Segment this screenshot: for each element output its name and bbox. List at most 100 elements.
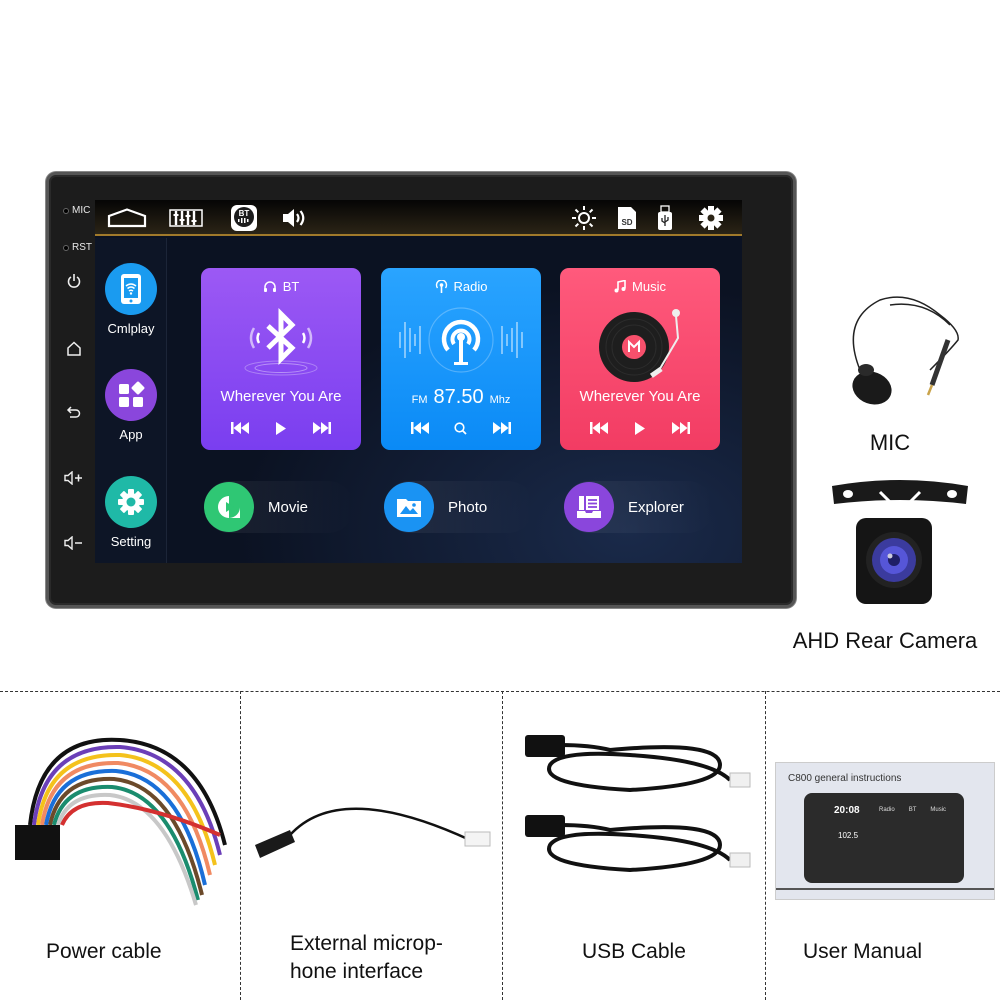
shortcut-explorer[interactable]: Explorer [564, 481, 714, 533]
volume-up-button[interactable] [61, 468, 87, 488]
radio-prev-button[interactable] [409, 420, 431, 436]
movie-icon-circle [204, 482, 254, 532]
vinyl-record-icon [599, 309, 680, 382]
manual-device-photo: 20:08 102.5 Radio BT Music [804, 793, 964, 883]
bt-icon: BT [231, 205, 257, 231]
radio-search-button[interactable] [450, 420, 472, 436]
radio-card-header-label: Radio [453, 279, 488, 294]
power-cable-image [15, 737, 227, 906]
power-cable-label: Power cable [46, 940, 162, 963]
rear-camera-image [832, 480, 968, 604]
seek-back-icon [410, 422, 429, 434]
search-icon [454, 421, 468, 435]
radio-next-button[interactable] [491, 420, 513, 436]
bt-play-button[interactable] [270, 420, 292, 436]
radio-card[interactable]: Radio FM 87.50 Mhz [381, 268, 541, 450]
mic-interface-cable-image [255, 807, 491, 858]
equalizer-icon [169, 209, 203, 227]
headphones-icon [263, 281, 276, 292]
bluetooth-status-button[interactable]: BT [230, 205, 258, 231]
power-button[interactable] [61, 271, 87, 291]
mic-interface-label: External microp- hone interface [290, 930, 443, 986]
camera-label: AHD Rear Camera [792, 628, 978, 653]
power-icon [67, 274, 81, 288]
app-setting[interactable]: Setting [95, 476, 167, 549]
brightness-icon [572, 206, 596, 230]
shortcut-photo[interactable]: Photo [384, 481, 534, 533]
package-divider-2 [502, 691, 503, 1000]
package-divider-3 [765, 691, 766, 1000]
user-manual-image: C800 general instructions 20:08 102.5 Ra… [775, 762, 995, 900]
radio-card-header: Radio [381, 279, 541, 294]
next-icon [672, 422, 691, 434]
apps-grid-icon [119, 381, 145, 407]
play-icon [275, 421, 286, 435]
app-cmlplay-label: Cmlplay [107, 321, 155, 336]
shortcut-photo-label: Photo [448, 498, 488, 516]
setting-icon-circle [105, 476, 157, 528]
app-app[interactable]: App [95, 369, 167, 442]
app-app-label: App [119, 427, 143, 442]
usb-button[interactable] [656, 205, 674, 230]
hardware-panel: MIC RST [57, 175, 97, 605]
sd-card-icon: SD [618, 207, 636, 229]
radio-controls [381, 420, 541, 436]
bt-card-header: BT [201, 279, 361, 294]
brightness-button[interactable] [571, 206, 597, 230]
music-play-button[interactable] [629, 420, 651, 436]
usb-icon [658, 205, 672, 230]
app-icon-circle [105, 369, 157, 421]
reset-hole[interactable]: RST [63, 242, 92, 253]
seek-forward-icon [493, 422, 512, 434]
cmlplay-icon-circle [105, 263, 157, 315]
bluetooth-icon [244, 307, 318, 376]
home-button[interactable] [61, 338, 87, 358]
status-bar: BT SD [95, 200, 742, 236]
reset-hole-dot [63, 244, 69, 251]
image-icon [397, 499, 421, 517]
music-prev-button[interactable] [588, 420, 610, 436]
manual-rule [776, 888, 994, 890]
app-cmlplay[interactable]: Cmlplay [95, 263, 167, 336]
radio-frequency: 87.50 [433, 386, 484, 408]
mic-interface-label-line-1: External microp- [290, 932, 443, 955]
manual-tabs: Radio BT Music [879, 807, 946, 813]
bt-card[interactable]: BT Wherever You Are [201, 268, 361, 450]
manual-freq: 102.5 [838, 831, 859, 840]
left-app-column: Cmlplay App Setting [95, 238, 167, 563]
head-unit-device: MIC RST BT SD Cmlplay App Setting BT Whe… [46, 172, 796, 608]
status-home-button[interactable] [107, 206, 147, 230]
mic-accessory-image [852, 296, 959, 405]
music-controls [560, 420, 720, 436]
bt-prev-button[interactable] [229, 420, 251, 436]
bt-next-button[interactable] [311, 420, 333, 436]
reset-hole-label: RST [72, 242, 92, 253]
mic-hole-label: MIC [72, 205, 91, 216]
back-button[interactable] [61, 402, 87, 422]
manual-time: 20:08 [834, 805, 860, 816]
mic-interface-label-line-2: hone interface [290, 960, 424, 983]
radio-tower-icon [399, 307, 523, 373]
manual-tab: BT [908, 807, 917, 813]
volume-down-button[interactable] [61, 533, 87, 553]
mic-hole: MIC [63, 205, 90, 216]
usb-cable-image [525, 735, 751, 873]
bt-track-title: Wherever You Are [220, 388, 342, 405]
music-next-button[interactable] [670, 420, 692, 436]
file-list-icon [577, 496, 601, 518]
radio-unit: Mhz [489, 394, 511, 406]
manual-tab: Music [930, 807, 947, 813]
music-track-title: Wherever You Are [579, 388, 701, 405]
explorer-icon-circle [564, 482, 614, 532]
app-setting-label: Setting [110, 534, 152, 549]
equalizer-button[interactable] [168, 206, 204, 230]
music-card[interactable]: Music Wherever You Are [560, 268, 720, 450]
manual-title: C800 general instructions [788, 773, 902, 784]
screen: BT SD Cmlplay App Setting BT Wherever Yo… [95, 200, 742, 563]
shortcut-movie[interactable]: Movie [204, 481, 354, 533]
settings-button[interactable] [698, 206, 724, 230]
sd-card-button[interactable]: SD [616, 206, 638, 230]
previous-icon [589, 422, 608, 434]
volume-status-button[interactable] [281, 206, 309, 230]
speaker-icon [283, 209, 305, 227]
